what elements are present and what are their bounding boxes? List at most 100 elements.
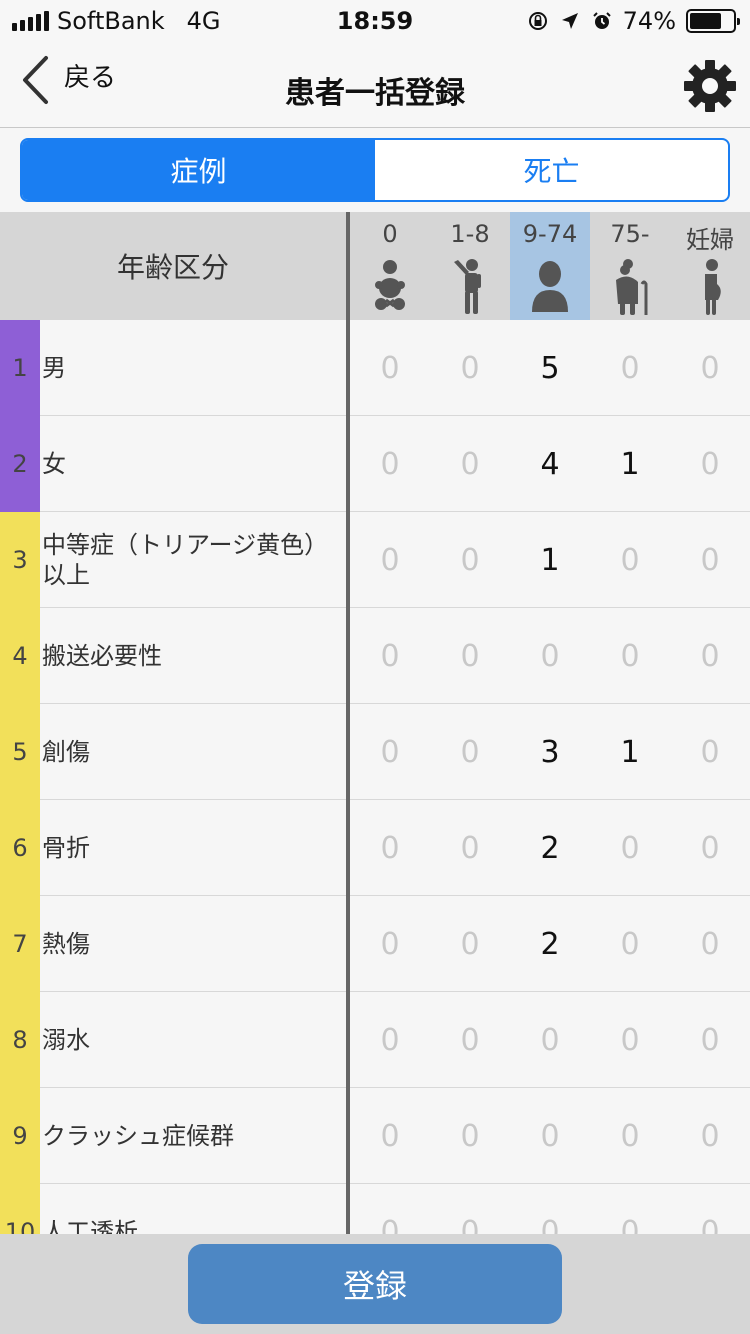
count-cell[interactable]: 0 <box>350 1184 430 1235</box>
count-cell[interactable]: 0 <box>510 992 590 1088</box>
count-cell[interactable]: 0 <box>670 1184 750 1235</box>
column-label: 75- <box>610 220 650 248</box>
count-cell[interactable]: 0 <box>590 512 670 608</box>
count-cell[interactable]: 0 <box>350 320 430 416</box>
count-cell[interactable]: 0 <box>670 608 750 704</box>
count-cell[interactable]: 0 <box>430 1088 510 1184</box>
count-cell[interactable]: 0 <box>590 608 670 704</box>
table-row: 1男00500 <box>0 320 750 416</box>
row-label: 溺水 <box>42 1026 90 1054</box>
count-cell[interactable]: 0 <box>590 992 670 1088</box>
count-cell[interactable]: 0 <box>430 1184 510 1235</box>
column-label: 妊婦 <box>686 226 734 254</box>
count-cell[interactable]: 0 <box>350 512 430 608</box>
count-cell[interactable]: 0 <box>430 416 510 512</box>
row-label: 骨折 <box>42 834 90 862</box>
count-cell[interactable]: 0 <box>670 416 750 512</box>
row-label: クラッシュ症候群 <box>42 1122 234 1150</box>
table-body: 1 男 0 0 5 0 0 2 女 0 0 4 1 0 3 中等症（トリアージ黄色）以上 0 0 1 0 0 4 搬送必要性… <box>0 320 750 1234</box>
row-number: 4 <box>0 608 40 704</box>
age-category-header: 年齢区分 <box>116 251 229 284</box>
count-cell[interactable]: 0 <box>670 704 750 800</box>
count-cell[interactable]: 0 <box>510 608 590 704</box>
navigation-bar: 戻る 患者一括登録 <box>0 40 750 128</box>
count-cell[interactable]: 5 <box>510 320 590 416</box>
elderly-icon <box>616 259 648 315</box>
count-cell[interactable]: 1 <box>590 416 670 512</box>
alarm-icon <box>592 12 611 29</box>
row-number: 10 <box>0 1184 40 1234</box>
count-cell[interactable]: 1 <box>590 704 670 800</box>
table-row: 2女00410 <box>0 416 750 512</box>
count-cell[interactable]: 0 <box>590 1184 670 1235</box>
count-cell[interactable]: 0 <box>430 704 510 800</box>
row-number: 5 <box>0 704 40 800</box>
count-cell[interactable]: 0 <box>510 1088 590 1184</box>
row-label: 熱傷 <box>42 930 90 958</box>
count-cell[interactable]: 0 <box>510 1184 590 1235</box>
count-cell[interactable]: 3 <box>510 704 590 800</box>
count-cell[interactable]: 2 <box>510 896 590 992</box>
count-cell[interactable]: 0 <box>350 896 430 992</box>
count-cell[interactable]: 0 <box>430 608 510 704</box>
row-label: 人工透析 <box>42 1218 138 1234</box>
count-cell[interactable]: 0 <box>670 1088 750 1184</box>
row-label: 男 <box>42 354 66 382</box>
count-cell[interactable]: 0 <box>350 992 430 1088</box>
count-cell[interactable]: 0 <box>430 800 510 896</box>
count-cell[interactable]: 0 <box>430 896 510 992</box>
child-icon <box>454 259 481 314</box>
table-row: 6 骨折 0 0 2 0 0 <box>0 800 750 896</box>
column-header-0[interactable]: 0 <box>350 212 430 320</box>
row-number: 6 <box>0 800 40 896</box>
battery-icon <box>686 9 740 33</box>
count-cell[interactable]: 4 <box>510 416 590 512</box>
column-label: 0 <box>382 220 398 248</box>
count-cell[interactable]: 0 <box>590 1088 670 1184</box>
register-button[interactable]: 登録 <box>188 1244 562 1324</box>
column-header-1-8[interactable]: 1-8 <box>430 212 510 320</box>
battery-fill <box>690 13 721 29</box>
row-number: 1 <box>0 320 40 416</box>
count-cell[interactable]: 0 <box>590 320 670 416</box>
table-row: 3 中等症（トリアージ黄色）以上 0 0 1 0 0 <box>0 512 750 608</box>
status-bar: SoftBank 4G 18:59 74% <box>0 0 750 40</box>
column-header-pregnant[interactable]: 妊婦 <box>670 212 750 320</box>
tab-cases[interactable]: 症例 <box>22 140 375 200</box>
table-row: 10 人工透析 0 0 0 0 0 <box>0 1184 750 1234</box>
count-cell[interactable]: 0 <box>670 992 750 1088</box>
count-cell[interactable]: 0 <box>350 608 430 704</box>
count-cell[interactable]: 0 <box>670 800 750 896</box>
gear-icon[interactable] <box>682 58 738 114</box>
count-cell[interactable]: 2 <box>510 800 590 896</box>
column-header-9-74[interactable]: 9-74 <box>510 212 590 320</box>
table-header: 年齢区分 0 1-8 9-74 75- 妊婦 <box>0 212 750 320</box>
column-header-75-plus[interactable]: 75- <box>590 212 670 320</box>
count-cell[interactable]: 0 <box>590 800 670 896</box>
count-cell[interactable]: 0 <box>430 320 510 416</box>
column-label: 1-8 <box>450 220 490 248</box>
count-cell[interactable]: 0 <box>350 1088 430 1184</box>
bottom-bar: 登録 <box>0 1234 750 1334</box>
count-cell[interactable]: 0 <box>350 704 430 800</box>
count-cell[interactable]: 0 <box>430 992 510 1088</box>
battery-percent: 74% <box>622 7 676 35</box>
tab-deaths[interactable]: 死亡 <box>375 140 728 200</box>
count-cell[interactable]: 0 <box>350 416 430 512</box>
count-cell[interactable]: 0 <box>670 896 750 992</box>
count-cell[interactable]: 0 <box>430 512 510 608</box>
count-cell[interactable]: 0 <box>590 896 670 992</box>
count-cell[interactable]: 0 <box>350 800 430 896</box>
location-icon <box>561 13 578 29</box>
count-cell[interactable]: 0 <box>670 320 750 416</box>
status-bar-right: 74% <box>527 7 740 35</box>
segmented-control: 症例 死亡 <box>20 138 730 202</box>
adult-icon <box>532 261 568 312</box>
count-cell[interactable]: 1 <box>510 512 590 608</box>
count-cell[interactable]: 0 <box>670 512 750 608</box>
row-label: 女 <box>42 450 66 478</box>
row-number: 9 <box>0 1088 40 1184</box>
page-title: 患者一括登録 <box>285 76 465 111</box>
row-label: 搬送必要性 <box>42 642 162 670</box>
row-number: 7 <box>0 896 40 992</box>
